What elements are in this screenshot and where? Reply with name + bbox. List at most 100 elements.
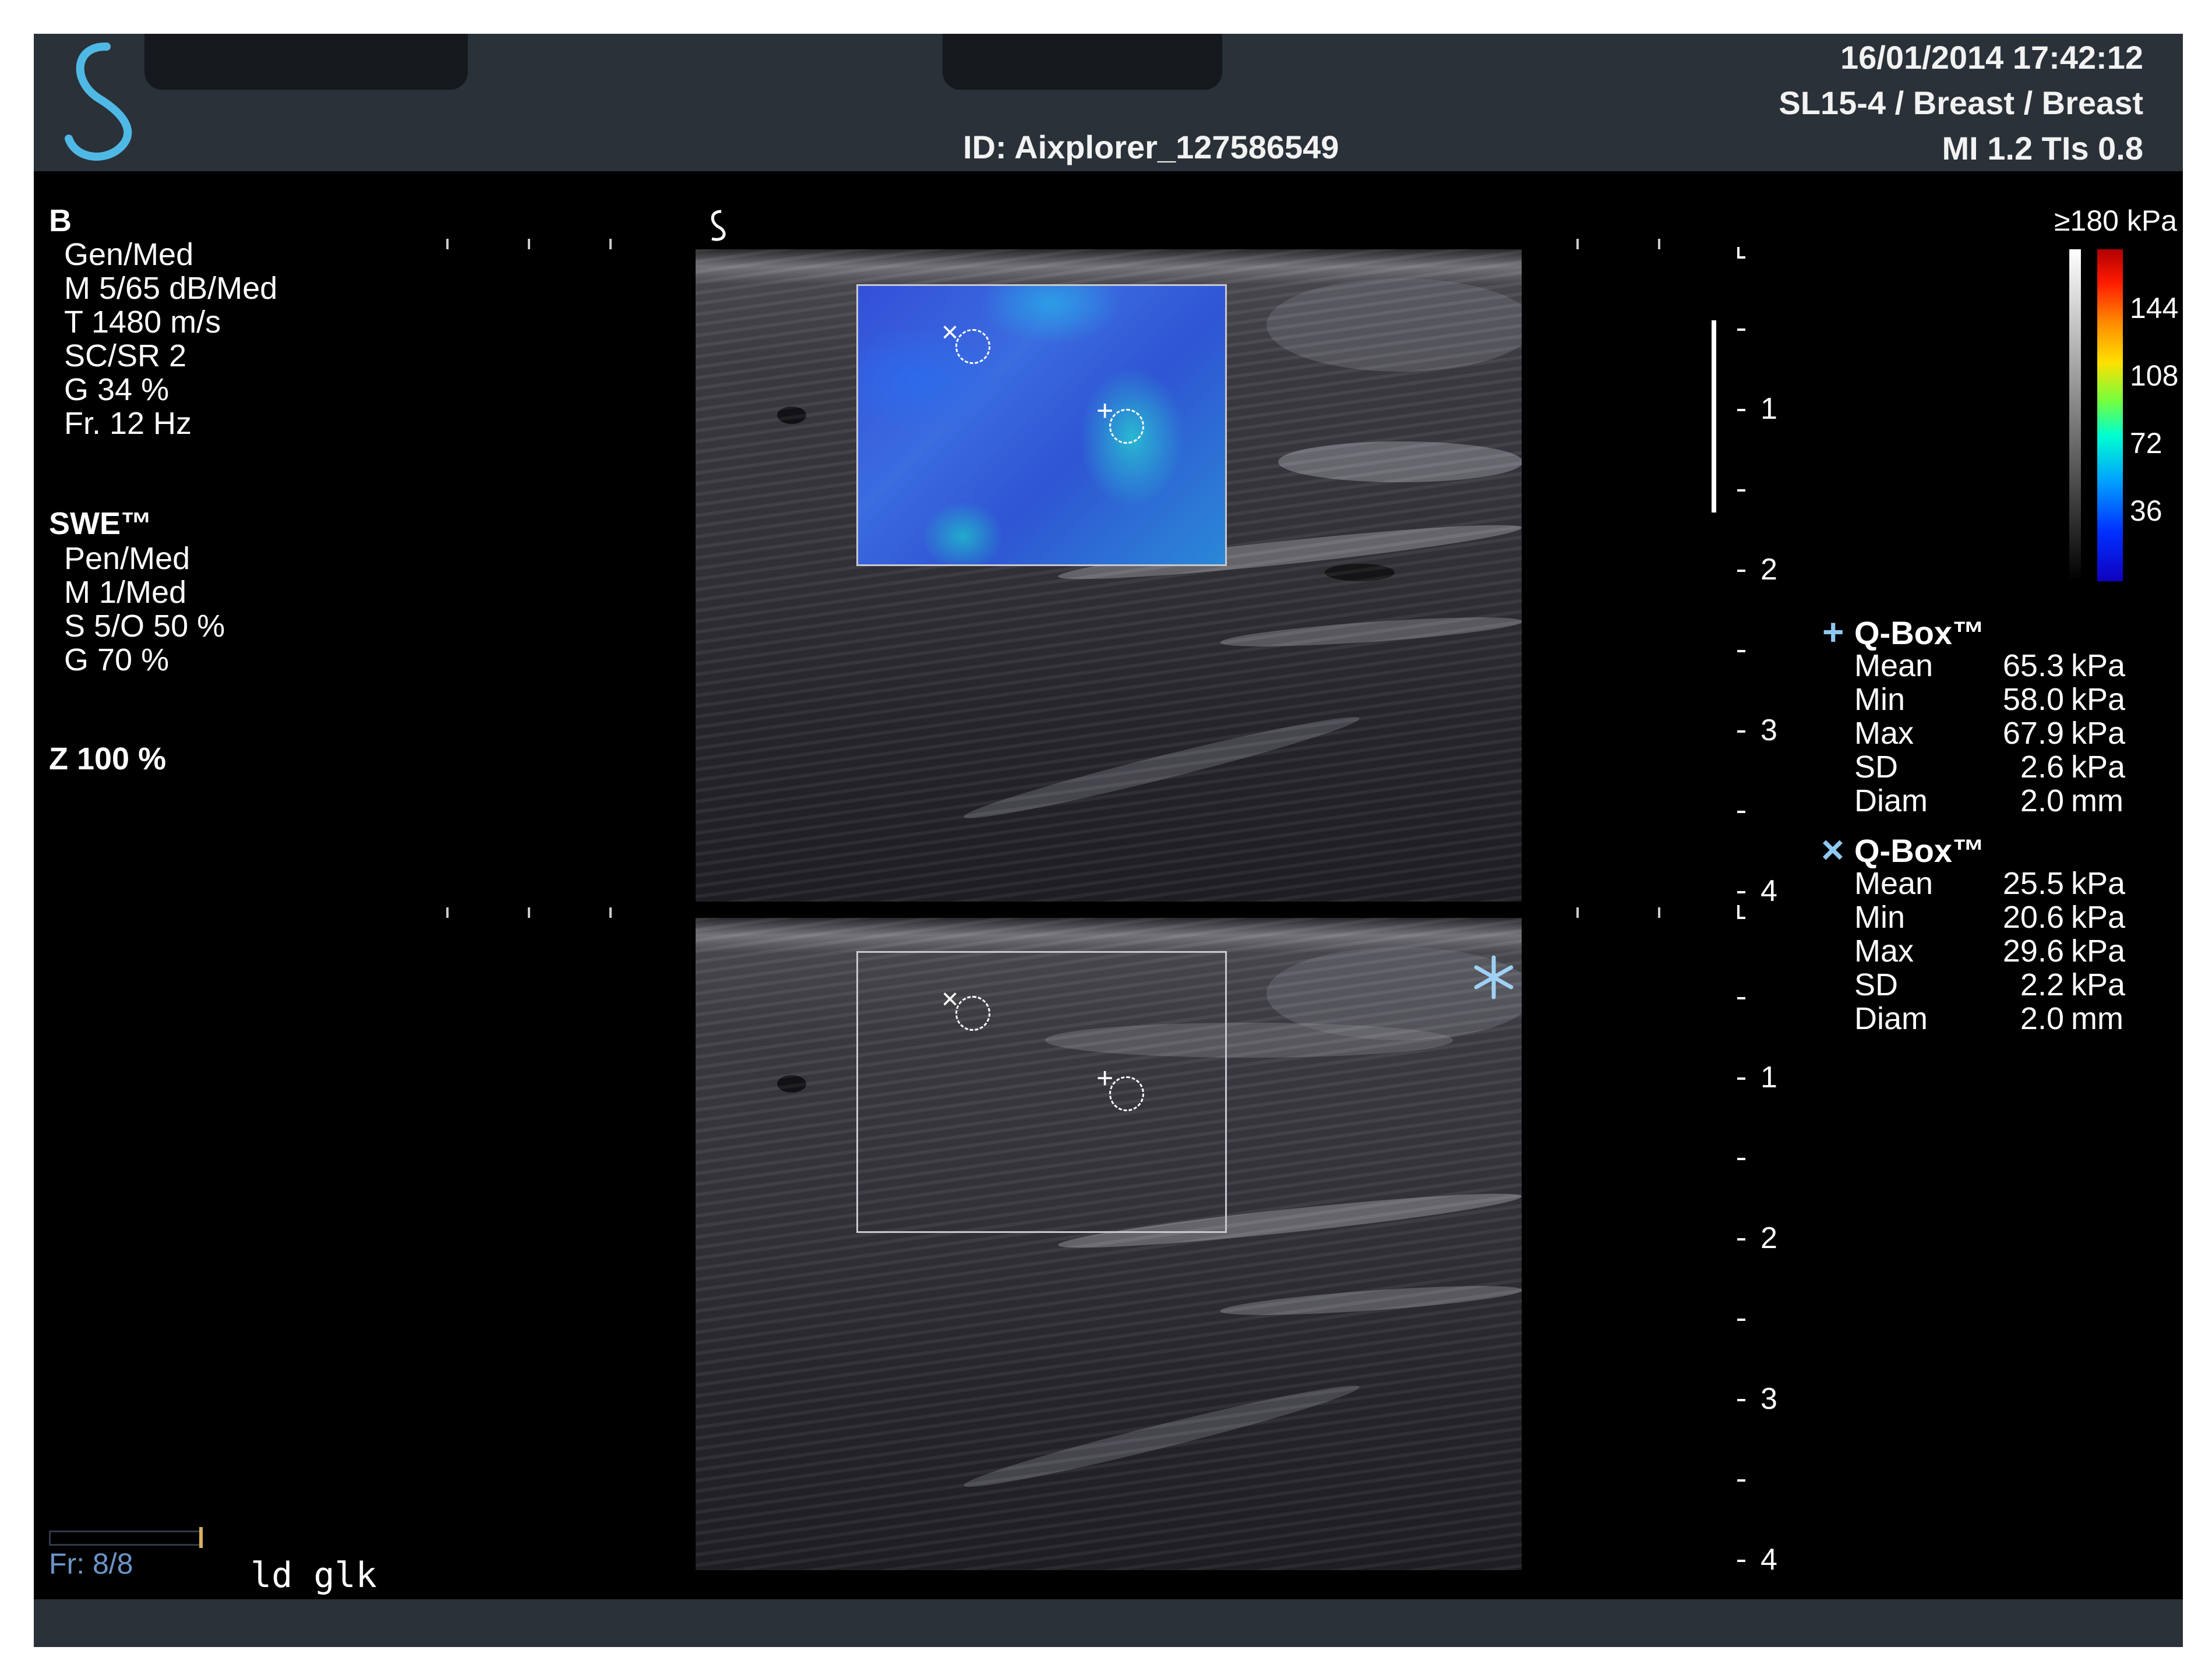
lateral-tick: [1658, 239, 1660, 249]
depth-tick: [1737, 570, 1745, 572]
lateral-tick: [446, 907, 449, 918]
qbox-row-unit: kPa: [2071, 900, 2126, 935]
qbox-row-value: 20.6: [2002, 900, 2064, 935]
qbox-row-unit: kPa: [2071, 716, 2126, 751]
zoom-level: Z 100 %: [49, 741, 167, 776]
qbox-row-value: 58.0: [2002, 682, 2064, 717]
depth-tick: [1737, 891, 1745, 893]
qbox-plus-row: Min 58.0 kPa: [1854, 681, 2157, 717]
tissue-band: [1219, 1280, 1522, 1321]
depth-tick: [1737, 650, 1745, 652]
depth-label: 2: [1761, 553, 1777, 586]
tissue-band: [1266, 278, 1522, 372]
depth-label: 3: [1761, 713, 1777, 747]
qbox-row-unit: kPa: [2071, 750, 2126, 784]
qbox-row-label: Max: [1854, 716, 1914, 751]
swe-param-3: S 5/O 50 %: [64, 609, 225, 644]
colorbar-tick: 36: [2130, 494, 2162, 527]
qbox-x-roi-bottom[interactable]: [955, 996, 990, 1031]
tissue-band: [961, 706, 1363, 829]
depth-tick: [1737, 1238, 1745, 1241]
depth-tick: [1737, 1158, 1745, 1160]
bmode-title: B: [49, 203, 72, 238]
qbox-row-label: Diam: [1854, 1001, 1928, 1036]
depth-tick: [1737, 1319, 1745, 1321]
bmode-param-5: G 34 %: [64, 372, 170, 407]
qbox-plus-roi[interactable]: [1109, 409, 1144, 444]
lateral-tick: [609, 239, 612, 249]
depth-tick: [1737, 328, 1745, 331]
qbox-row-unit: kPa: [2071, 648, 2126, 683]
lateral-tick: [528, 907, 530, 918]
depth-tick: [1737, 1560, 1745, 1562]
bmode-roi-box[interactable]: [856, 951, 1227, 1233]
qbox-plus-row: Diam 2.0 mm: [1854, 783, 2157, 818]
qbox-x-row: Max 29.6 kPa: [1854, 933, 2157, 969]
depth-tick: [1737, 1479, 1745, 1482]
qbox-row-label: Min: [1854, 900, 1906, 935]
qbox-plus-title: Q-Box™: [1854, 614, 1985, 651]
qbox-x-row: Mean 25.5 kPa: [1854, 865, 2157, 901]
swe-elasticity-box[interactable]: [856, 284, 1227, 566]
qbox-plus-roi-bottom[interactable]: [1109, 1076, 1144, 1111]
depth-label: 2: [1761, 1221, 1777, 1255]
qbox-x-row: Min 20.6 kPa: [1854, 899, 2157, 935]
lateral-tick: [1658, 907, 1660, 918]
depth-tick: [1737, 997, 1745, 999]
cine-progress-bar[interactable]: [49, 1531, 202, 1546]
qbox-row-unit: kPa: [2071, 682, 2126, 717]
bmode-param-1: Gen/Med: [64, 237, 194, 272]
grayscale-bar: [2069, 249, 2081, 581]
tissue-band: [777, 407, 806, 424]
qbox-x-marker-icon: ×: [1821, 828, 1844, 872]
qbox-row-value: 25.5: [2002, 866, 2064, 901]
cine-progress-cursor[interactable]: [199, 1527, 203, 1548]
footer-bar: [34, 1599, 2183, 1647]
bmode-param-4: SC/SR 2: [64, 338, 187, 373]
lateral-tick: [528, 239, 530, 249]
text-annotation[interactable]: ld glk: [251, 1558, 377, 1593]
qbox-row-value: 2.0: [2020, 783, 2064, 818]
depth-tick: [1737, 409, 1745, 411]
depth-tick: [1737, 1077, 1745, 1080]
tissue-band: [1325, 564, 1395, 581]
qbox-row-value: 67.9: [2002, 716, 2064, 751]
patient-id: ID: Aixplorer_127586549: [963, 129, 1339, 165]
frame-counter: Fr: 8/8: [49, 1547, 133, 1580]
orientation-marker-icon: [711, 210, 726, 241]
depth-label: 1: [1761, 1061, 1777, 1094]
qbox-plus-row: Mean 65.3 kPa: [1854, 648, 2157, 683]
swe-param-1: Pen/Med: [64, 541, 190, 576]
qbox-x-row: Diam 2.0 mm: [1854, 1001, 2157, 1036]
qbox-x-roi[interactable]: [955, 329, 990, 364]
qbox-row-value: 2.2: [2020, 967, 2064, 1002]
depth-label: 3: [1761, 1382, 1777, 1416]
qbox-plus-row: Max 67.9 kPa: [1854, 715, 2157, 751]
qbox-row-label: Min: [1854, 682, 1906, 717]
depth-tick: [1737, 730, 1745, 733]
tissue-band: [1278, 441, 1522, 482]
bmode-param-3: T 1480 m/s: [64, 305, 221, 340]
qbox-plus-marker-icon: +: [1822, 611, 1844, 653]
exam-datetime: 16/01/2014 17:42:12: [1840, 39, 2143, 76]
lateral-tick: [446, 239, 449, 249]
ultrasound-screen: ID: Aixplorer_127586549 16/01/2014 17:42…: [34, 34, 2183, 1647]
qbox-row-value: 2.0: [2020, 1001, 2064, 1036]
tissue-band: [777, 1075, 806, 1093]
qbox-row-label: SD: [1854, 967, 1899, 1002]
depth-tick: [1737, 489, 1745, 492]
depth-tick: [1737, 1399, 1745, 1401]
depth-label: 4: [1761, 1543, 1777, 1577]
qbox-x-title: Q-Box™: [1854, 832, 1985, 869]
lateral-tick: [1576, 907, 1579, 918]
qbox-row-unit: mm: [2071, 783, 2123, 818]
depth-label: 4: [1761, 874, 1777, 908]
qbox-row-value: 65.3: [2002, 648, 2064, 683]
qbox-row-label: Mean: [1854, 866, 1934, 901]
qbox-row-label: SD: [1854, 750, 1899, 784]
qbox-row-unit: kPa: [2071, 866, 2126, 901]
qbox-row-value: 2.6: [2020, 750, 2064, 784]
swe-title: SWE™: [49, 506, 153, 541]
tissue-band: [961, 1375, 1363, 1497]
header-bar: ID: Aixplorer_127586549 16/01/2014 17:42…: [34, 34, 2183, 171]
